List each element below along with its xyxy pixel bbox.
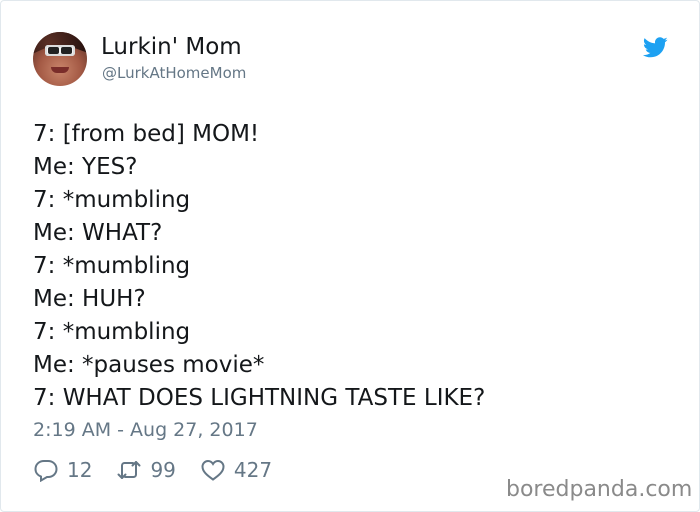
avatar[interactable] — [33, 32, 87, 86]
tweet-text: 7: [from bed] MOM! Me: YES? 7: *mumbling… — [33, 118, 673, 415]
author-handle[interactable]: @LurkAtHomeMom — [102, 64, 246, 82]
watermark-text: boredpanda.com — [506, 477, 693, 502]
heart-icon — [201, 459, 225, 481]
tweet-line: Me: YES? — [33, 154, 138, 180]
reply-button[interactable]: 12 — [33, 458, 92, 482]
retweet-icon — [117, 461, 141, 479]
tweet-line: 7: WHAT DOES LIGHTNING TASTE LIKE? — [33, 385, 486, 411]
tweet-line: Me: WHAT? — [33, 220, 163, 246]
tweet-line: Me: HUH? — [33, 286, 146, 312]
tweet-actions: 12 99 427 — [33, 455, 296, 485]
reply-count: 12 — [67, 458, 93, 482]
tweet-timestamp[interactable]: 2:19 AM - Aug 27, 2017 — [33, 419, 258, 441]
retweet-count: 99 — [150, 458, 176, 482]
tweet-line: 7: [from bed] MOM! — [33, 121, 260, 147]
like-count: 427 — [233, 458, 273, 482]
twitter-bird-icon[interactable] — [643, 37, 668, 58]
tweet-card: Lurkin' Mom @LurkAtHomeMom 7: [from bed]… — [0, 0, 700, 512]
like-button[interactable]: 427 — [200, 458, 272, 482]
retweet-button[interactable]: 99 — [116, 458, 176, 482]
reply-icon — [34, 460, 58, 482]
tweet-line: 7: *mumbling — [33, 187, 191, 213]
author-name[interactable]: Lurkin' Mom — [101, 34, 242, 60]
tweet-line: 7: *mumbling — [33, 253, 191, 279]
sunglasses-graphic — [45, 45, 75, 56]
tweet-line: Me: *pauses movie* — [33, 352, 265, 378]
tweet-line: 7: *mumbling — [33, 319, 191, 345]
